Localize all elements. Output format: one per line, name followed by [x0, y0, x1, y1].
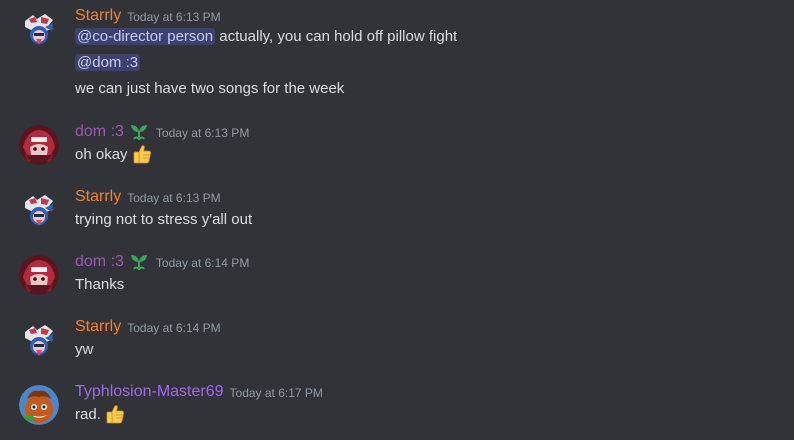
thumbs-up-icon[interactable]	[104, 403, 126, 425]
timestamp: Today at 6:13 PM	[155, 126, 250, 140]
message-content: rad.	[75, 406, 101, 423]
message-content: yw	[75, 341, 94, 358]
message-header: dom :3 Today at 6:14 PM	[75, 252, 249, 272]
message-header: Starrly Today at 6:13 PM	[75, 6, 221, 26]
message-text: rad.	[75, 404, 126, 426]
thumbs-up-icon[interactable]	[131, 143, 153, 165]
message-content: we can just have two songs for the week	[75, 80, 345, 97]
username[interactable]: dom :3	[75, 252, 124, 272]
timestamp: Today at 6:13 PM	[127, 10, 221, 24]
avatar-starrly[interactable]	[19, 190, 59, 230]
username[interactable]: Typhlosion-Master69	[75, 382, 224, 402]
username[interactable]: dom :3	[75, 122, 124, 142]
avatar-typhlosion[interactable]	[19, 385, 59, 425]
message-content: Thanks	[75, 276, 125, 293]
leaf-icon	[128, 252, 150, 272]
avatar-dom[interactable]	[19, 255, 59, 295]
avatar-starrly[interactable]	[19, 320, 59, 360]
username[interactable]: Starrly	[75, 187, 121, 207]
message-text: oh okay	[75, 144, 153, 166]
message-text: @co-director person actually, you can ho…	[75, 26, 457, 48]
username[interactable]: Starrly	[75, 6, 121, 26]
message-text: @dom :3	[75, 52, 141, 74]
message-content: oh okay	[75, 146, 128, 163]
username[interactable]: Starrly	[75, 317, 121, 337]
timestamp: Today at 6:13 PM	[127, 191, 221, 205]
timestamp: Today at 6:14 PM	[155, 256, 250, 270]
leaf-icon	[128, 122, 150, 142]
message-header: dom :3 Today at 6:13 PM	[75, 122, 249, 142]
avatar-starrly[interactable]	[19, 9, 59, 49]
message-content: trying not to stress y'all out	[75, 211, 253, 228]
avatar-dom[interactable]	[19, 125, 59, 165]
message-header: Starrly Today at 6:14 PM	[75, 317, 221, 337]
timestamp: Today at 6:17 PM	[229, 386, 323, 400]
timestamp: Today at 6:14 PM	[127, 321, 221, 335]
mention-dom[interactable]: @dom :3	[75, 54, 141, 71]
message-header: Typhlosion-Master69 Today at 6:17 PM	[75, 382, 323, 402]
mention-co-director[interactable]: @co-director person	[75, 28, 216, 45]
message-header: Starrly Today at 6:13 PM	[75, 187, 221, 207]
message-content: actually, you can hold off pillow fight	[215, 28, 458, 45]
